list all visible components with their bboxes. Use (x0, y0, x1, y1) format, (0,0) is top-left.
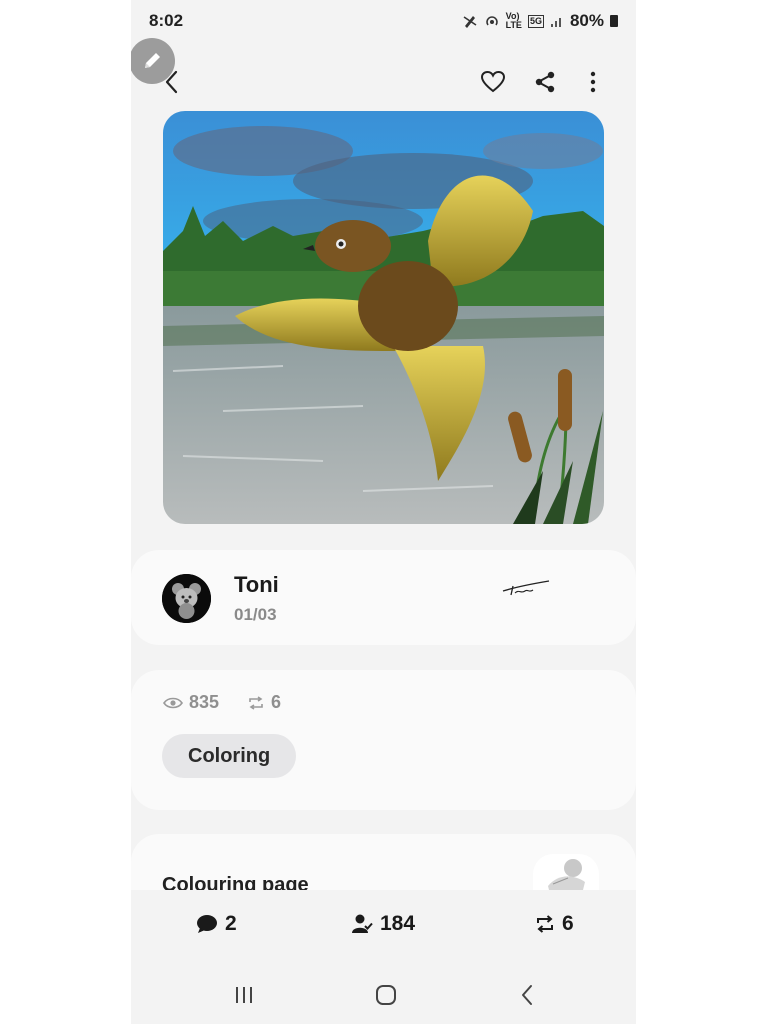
hotspot-icon (485, 16, 498, 26)
views-stat: 835 (163, 692, 219, 713)
network-type-label: 5G (527, 14, 544, 28)
status-bar: 8:02 Vo) LTE 5G 80% (131, 0, 636, 40)
like-button[interactable] (477, 66, 509, 98)
author-name[interactable]: Toni (234, 572, 279, 598)
signal-icon (550, 18, 561, 27)
system-navigation-bar (131, 960, 636, 1024)
avatar[interactable] (162, 574, 211, 623)
post-date: 01/03 (234, 605, 277, 624)
more-vertical-icon (590, 71, 596, 93)
koala-avatar-icon (162, 574, 211, 623)
system-back-button[interactable] (512, 980, 542, 1010)
bird-painting-image (163, 111, 604, 524)
volte-label: Vo) LTE (505, 11, 522, 30)
comments-count: 2 (225, 912, 237, 935)
stats-card: 835 6 Coloring (131, 670, 636, 810)
heart-icon (480, 70, 506, 93)
share-icon (535, 71, 555, 93)
followers-count: 184 (380, 912, 416, 935)
reposts-action-count: 6 (562, 912, 574, 935)
reposts-button[interactable]: 6 (535, 912, 574, 936)
back-icon (522, 985, 532, 1005)
description-thumbnail[interactable] (533, 854, 599, 894)
phone-screen: 8:02 Vo) LTE 5G 80% Toni 01/03 835 6 Col… (131, 0, 636, 1024)
more-options-button[interactable] (577, 66, 609, 98)
status-time: 8:02 (149, 11, 184, 30)
tag-chip[interactable]: Coloring (162, 734, 297, 778)
battery-percent: 80% (569, 11, 604, 30)
author-card[interactable]: Toni 01/03 (131, 550, 636, 645)
home-button[interactable] (371, 980, 401, 1010)
user-check-icon (352, 914, 373, 933)
sketch-thumbnail-image (548, 859, 585, 890)
repost-icon (537, 915, 553, 933)
chevron-left-icon (165, 70, 178, 94)
comment-icon (197, 915, 217, 933)
back-button[interactable] (156, 66, 188, 98)
bottom-action-bar: 2 184 6 (131, 890, 636, 960)
recent-apps-button[interactable] (229, 980, 259, 1010)
no-pen-icon (463, 16, 477, 28)
reposts-count: 6 (271, 692, 282, 712)
share-button[interactable] (529, 66, 561, 98)
battery-icon (610, 15, 618, 27)
artwork-image[interactable] (163, 111, 604, 524)
status-icons: Vo) LTE 5G 80% (462, 11, 618, 31)
signature-mark (502, 580, 550, 596)
home-icon (376, 985, 396, 1005)
followers-button[interactable]: 184 (351, 912, 415, 936)
reposts-stat: 6 (247, 692, 281, 713)
views-count: 835 (189, 692, 220, 712)
comments-button[interactable]: 2 (196, 912, 237, 936)
repost-icon (249, 695, 263, 710)
eye-icon (163, 697, 183, 708)
recent-apps-icon (236, 987, 252, 1003)
